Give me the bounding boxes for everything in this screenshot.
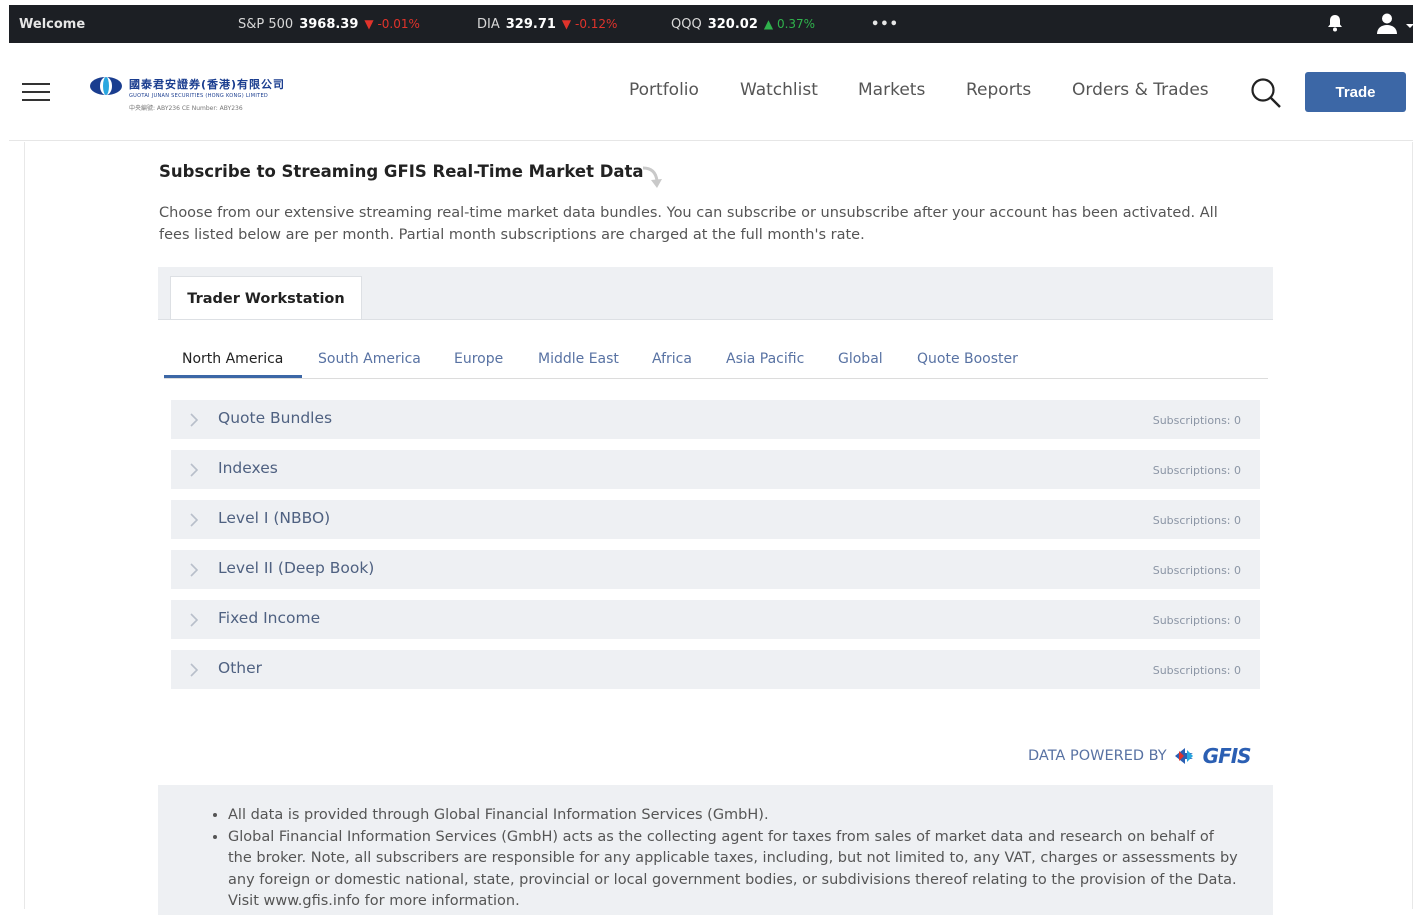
subscriptions-count: Subscriptions: 0 xyxy=(1152,514,1241,527)
chevron-right-icon xyxy=(189,412,199,431)
active-tab-indicator xyxy=(164,375,302,378)
tab-asia-pacific[interactable]: Asia Pacific xyxy=(726,351,804,367)
nav-markets[interactable]: Markets xyxy=(858,80,925,100)
disclaimer-notes: All data is provided through Global Fina… xyxy=(158,785,1273,915)
ticker-symbol: DIA xyxy=(477,16,500,32)
accordion-indexes[interactable]: Indexes Subscriptions: 0 xyxy=(171,450,1260,489)
ticker-change: ▲ 0.37% xyxy=(763,17,816,31)
bell-icon[interactable] xyxy=(1325,13,1345,37)
ticker-symbol: QQQ xyxy=(671,16,702,32)
powered-by-label: DATA POWERED BY xyxy=(1028,748,1167,764)
data-powered-by: DATA POWERED BY GFIS xyxy=(1028,744,1252,768)
accordion-label: Quote Bundles xyxy=(218,409,333,427)
logo-chinese-name: 國泰君安證券(香港)有限公司 xyxy=(129,78,286,91)
main-content: Subscribe to Streaming GFIS Real-Time Ma… xyxy=(24,142,1413,915)
ticker-price: 3968.39 xyxy=(299,16,359,32)
ticker-item-spx[interactable]: S&P 500 3968.39 ▼ -0.01% xyxy=(238,17,420,32)
platform-tab-bar: Trader Workstation xyxy=(158,267,1273,320)
logo-english-name: GUOTAI JUNAN SECURITIES (HONG KONG) LIMI… xyxy=(129,93,269,99)
market-ticker-bar: Welcome S&P 500 3968.39 ▼ -0.01% DIA 329… xyxy=(9,5,1413,43)
page-title: Subscribe to Streaming GFIS Real-Time Ma… xyxy=(159,162,644,181)
trade-button[interactable]: Trade xyxy=(1305,72,1406,112)
list-item: Global Financial Information Services (G… xyxy=(228,827,1238,913)
site-header: 國泰君安證券(香港)有限公司 GUOTAI JUNAN SECURITIES (… xyxy=(9,43,1413,141)
company-logo[interactable]: 國泰君安證券(香港)有限公司 GUOTAI JUNAN SECURITIES (… xyxy=(89,76,285,112)
nav-watchlist[interactable]: Watchlist xyxy=(740,80,818,100)
chevron-right-icon xyxy=(189,512,199,531)
subscriptions-count: Subscriptions: 0 xyxy=(1152,664,1241,677)
logo-license: 中央編號: ABY236 CE Number: ABY236 xyxy=(129,105,243,112)
notes-list: All data is provided through Global Fina… xyxy=(228,805,1238,913)
ticker-symbol: S&P 500 xyxy=(238,16,294,32)
accordion-other[interactable]: Other Subscriptions: 0 xyxy=(171,650,1260,689)
subscriptions-count: Subscriptions: 0 xyxy=(1152,414,1241,427)
list-item: All data is provided through Global Fina… xyxy=(228,805,1238,827)
user-icon xyxy=(1377,13,1397,34)
ticker-price: 320.02 xyxy=(707,16,758,32)
accordion-label: Fixed Income xyxy=(218,609,321,627)
curved-arrow-icon xyxy=(639,164,669,198)
search-icon[interactable] xyxy=(1250,77,1282,113)
caret-down-icon xyxy=(1406,24,1413,28)
accordion-level-2[interactable]: Level II (Deep Book) Subscriptions: 0 xyxy=(171,550,1260,589)
up-arrow-icon: ▲ xyxy=(763,17,774,31)
logo-mark-icon xyxy=(90,77,122,95)
gfis-logo-icon xyxy=(1174,748,1193,764)
user-menu[interactable] xyxy=(1375,12,1413,34)
chevron-right-icon xyxy=(189,562,199,581)
ticker-item-dia[interactable]: DIA 329.71 ▼ -0.12% xyxy=(477,17,617,32)
tab-north-america[interactable]: North America xyxy=(182,351,283,367)
chevron-right-icon xyxy=(189,462,199,481)
gfis-logo: GFIS xyxy=(1174,744,1252,768)
tab-quote-booster[interactable]: Quote Booster xyxy=(917,351,1018,367)
accordion-label: Level II (Deep Book) xyxy=(218,559,375,577)
divider xyxy=(158,319,1273,320)
gfis-logo-text: GFIS xyxy=(1202,744,1252,768)
tab-trader-workstation[interactable]: Trader Workstation xyxy=(170,276,362,320)
tab-south-america[interactable]: South America xyxy=(318,351,421,367)
hamburger-menu-icon[interactable] xyxy=(22,83,50,103)
tab-europe[interactable]: Europe xyxy=(454,351,503,367)
subscriptions-count: Subscriptions: 0 xyxy=(1152,614,1241,627)
down-arrow-icon: ▼ xyxy=(364,17,374,31)
nav-orders-trades[interactable]: Orders & Trades xyxy=(1072,80,1209,100)
subscriptions-count: Subscriptions: 0 xyxy=(1152,464,1241,477)
welcome-label: Welcome xyxy=(19,16,86,32)
accordion-level-1[interactable]: Level I (NBBO) Subscriptions: 0 xyxy=(171,500,1260,539)
region-tabs: North America South America Europe Middl… xyxy=(164,342,1268,379)
nav-reports[interactable]: Reports xyxy=(966,80,1031,100)
accordion-label: Indexes xyxy=(218,459,278,477)
tab-global[interactable]: Global xyxy=(838,351,883,367)
tab-middle-east[interactable]: Middle East xyxy=(538,351,619,367)
accordion-label: Level I (NBBO) xyxy=(218,509,331,527)
ticker-change: ▼ -0.01% xyxy=(364,17,420,31)
ticker-change: ▼ -0.12% xyxy=(561,17,618,31)
page-description: Choose from our extensive streaming real… xyxy=(159,205,1218,243)
chevron-right-icon xyxy=(189,612,199,631)
chevron-right-icon xyxy=(189,662,199,681)
subscriptions-count: Subscriptions: 0 xyxy=(1152,564,1241,577)
tab-africa[interactable]: Africa xyxy=(652,351,692,367)
more-icon[interactable]: ••• xyxy=(871,17,899,32)
accordion-fixed-income[interactable]: Fixed Income Subscriptions: 0 xyxy=(171,600,1260,639)
nav-portfolio[interactable]: Portfolio xyxy=(629,80,699,100)
accordion-label: Other xyxy=(218,659,263,677)
accordion-quote-bundles[interactable]: Quote Bundles Subscriptions: 0 xyxy=(171,400,1260,439)
ticker-price: 329.71 xyxy=(505,16,556,32)
ticker-item-qqq[interactable]: QQQ 320.02 ▲ 0.37% xyxy=(671,17,815,32)
down-arrow-icon: ▼ xyxy=(561,17,572,31)
